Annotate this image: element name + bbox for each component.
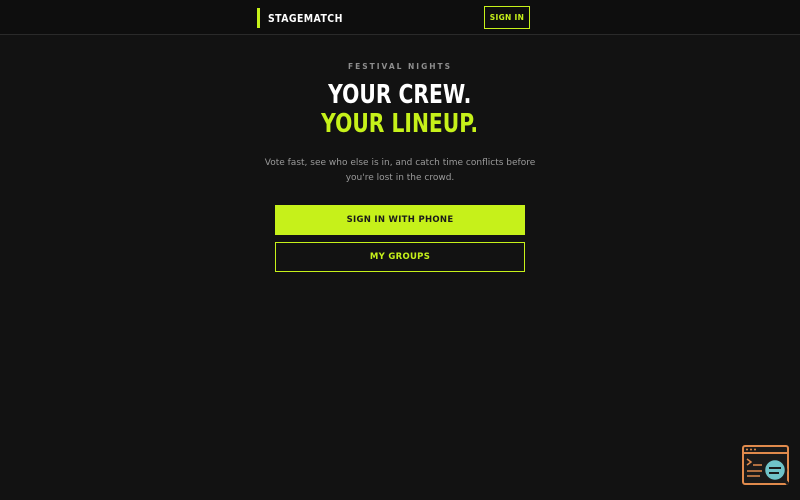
brand-logo[interactable]: STAGEMATCH [257,8,356,28]
hero-eyebrow: FESTIVAL NIGHTS [347,62,453,71]
page: STAGEMATCH SIGN IN FESTIVAL NIGHTS YOUR … [0,0,800,500]
hero-headline-line1: YOUR CREW. [0,80,800,110]
hero-headline-line1-text: YOUR CREW. [328,80,472,110]
hero-headline-line2-text: YOUR LINEUP. [321,109,479,139]
inspect-window-icon-svg [742,445,790,485]
top-nav: STAGEMATCH SIGN IN [0,0,800,35]
my-groups-button[interactable]: MY GROUPS [275,242,525,272]
brand-name: STAGEMATCH [268,11,343,25]
brand-accent-bar [257,8,260,28]
sign-in-with-phone-button[interactable]: SIGN IN WITH PHONE [275,205,525,235]
sign-in-button[interactable]: SIGN IN [484,6,530,29]
hero-description: Vote fast, see who else is in, and catch… [264,158,536,183]
inspect-window-icon[interactable] [742,445,790,487]
hero-headline-line2: YOUR LINEUP. [0,109,800,139]
